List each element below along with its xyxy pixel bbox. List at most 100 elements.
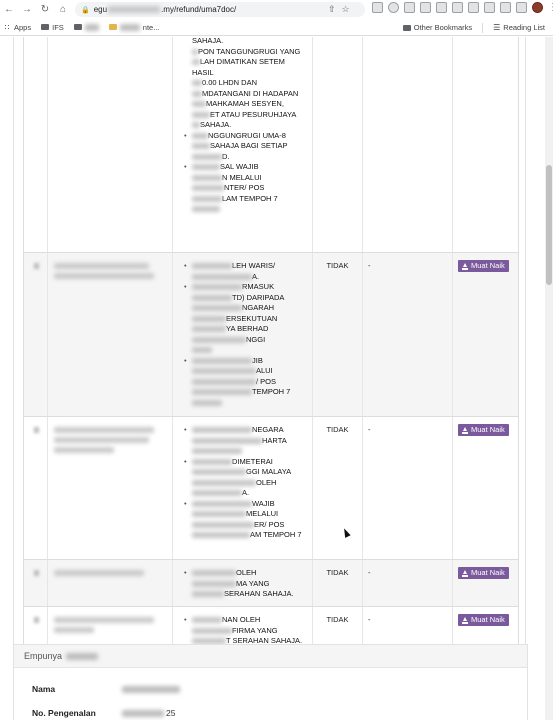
row-number-redacted: [34, 263, 39, 269]
reading-list-icon: ☰: [493, 23, 501, 32]
requirement-line: D.: [192, 152, 306, 163]
lock-icon: 🔒: [81, 6, 90, 14]
upload-button[interactable]: Muat Naik: [458, 614, 509, 626]
bookmark-apps[interactable]: Apps: [4, 23, 31, 32]
home-icon[interactable]: ⌂: [54, 0, 72, 19]
requirement-line: ERSEKUTUAN: [192, 314, 306, 325]
owner-heading-redacted: [66, 652, 99, 660]
row-number-redacted: [34, 617, 39, 623]
requirement-line: MA YANG: [192, 579, 306, 590]
requirement-line: [192, 398, 306, 409]
row-number-redacted: [34, 427, 39, 433]
remark-cell: [363, 37, 453, 252]
owner-name-redacted: [122, 685, 180, 693]
owner-panel-header: Empunya: [14, 645, 527, 668]
bookmark-label-redacted: [84, 23, 99, 31]
upload-button-label: Muat Naik: [471, 261, 505, 270]
requirements-list: NEGARA HARTA DIMETERAI GGI MALAYA OLEH A…: [183, 425, 306, 541]
requirement-item: WAJIB: [184, 499, 306, 510]
bookmark-ifs[interactable]: IFS: [41, 23, 64, 32]
requirement-item: OLEH: [184, 568, 306, 579]
requirement-line: NGGI: [192, 335, 306, 346]
owner-panel-body: Nama No. Pengenalan 25: [14, 668, 527, 720]
bookmark-label-redacted: [119, 23, 140, 31]
media-icon[interactable]: [516, 2, 527, 13]
upload-button[interactable]: Muat Naik: [458, 567, 509, 579]
back-icon[interactable]: ←: [0, 0, 18, 19]
url-host-redacted: [108, 6, 161, 13]
puzzle-extensions-icon[interactable]: [500, 2, 511, 13]
requirement-line: SAHAJA.: [192, 37, 224, 45]
divider: [482, 22, 484, 33]
notification-extension-icon[interactable]: [388, 2, 399, 13]
row-number-cell: [24, 253, 48, 416]
requirements-cell: SAHAJA. PON TANGGUNGRUGI YANG LAH DIMATI…: [173, 37, 313, 252]
bookmarks-bar: Apps IFS nte... Other Bookmarks ☰ Readin…: [0, 19, 553, 36]
upload-button[interactable]: Muat Naik: [458, 260, 509, 272]
upload-button-label: Muat Naik: [471, 425, 505, 434]
table-row: NEGARA HARTA DIMETERAI GGI MALAYA OLEH A…: [24, 417, 518, 560]
extension-icon[interactable]: [452, 2, 463, 13]
table-row: LEH WARIS/ A. RMASUK TD) DARIPADA NGARAH…: [24, 253, 518, 417]
owner-id-row: No. Pengenalan 25: [32, 701, 509, 720]
address-bar[interactable]: 🔒 egu .my/refund/uma7doc/: [75, 2, 365, 17]
folder-icon: [41, 24, 50, 30]
document-name-cell: [48, 560, 173, 606]
profile-avatar[interactable]: [532, 2, 543, 13]
camera-extension-icon[interactable]: [372, 2, 383, 13]
address-bar-actions: ⇧ ☆: [328, 4, 350, 15]
shield-extension-icon[interactable]: [404, 2, 415, 13]
upload-button[interactable]: Muat Naik: [458, 424, 509, 436]
requirement-line: SERAHAN SAHAJA.: [192, 589, 306, 600]
forward-icon[interactable]: →: [18, 0, 36, 19]
owner-panel: Empunya Nama No. Pengenalan 25: [13, 644, 528, 720]
bookmark-redacted[interactable]: [73, 23, 99, 31]
upload-icon: [462, 262, 468, 270]
browser-menu-icon[interactable]: ⋮: [548, 2, 553, 13]
requirement-line: TEMPOH 7: [192, 387, 306, 398]
requirement-line: SAHAJA BAGI SETIAP: [192, 141, 306, 152]
share-icon[interactable]: ⇧: [328, 4, 336, 15]
reading-list[interactable]: ☰ Reading List: [493, 23, 545, 32]
document-name-redacted: [54, 427, 154, 433]
remark-cell: -: [363, 253, 453, 416]
folder-icon: [73, 24, 82, 30]
requirement-line: ALUI: [192, 366, 306, 377]
bookmark-partial[interactable]: nte...: [108, 22, 160, 32]
requirements-list: NAN OLEH FIRMA YANG T SERAHAN SAHAJA.: [183, 615, 306, 647]
extension-icon[interactable]: [436, 2, 447, 13]
requirements-cell: LEH WARIS/ A. RMASUK TD) DARIPADA NGARAH…: [173, 253, 313, 416]
requirements-list: LEH WARIS/ A. RMASUK TD) DARIPADA NGARAH…: [183, 261, 306, 408]
document-name-cell: [48, 417, 173, 559]
requirement-item: NGGUNGRUGI UMA-8: [184, 131, 306, 142]
requirement-item: SAL WAJIB: [184, 162, 306, 173]
table-row: OLEH MA YANG SERAHAN SAHAJA. TIDAK - Mua…: [24, 560, 518, 607]
requirement-line: MELALUI: [192, 509, 306, 520]
requirement-line: ET ATAU PESURUHJAYA: [192, 110, 306, 121]
reload-icon[interactable]: ↻: [36, 0, 54, 19]
other-bookmarks[interactable]: Other Bookmarks: [402, 23, 472, 32]
requirement-line: NGARAH: [192, 303, 306, 314]
bookmark-label: nte...: [142, 22, 160, 32]
extension-icon[interactable]: [420, 2, 431, 13]
extension-icon[interactable]: [484, 2, 495, 13]
owner-id-label: No. Pengenalan: [32, 708, 96, 718]
bookmark-star-icon[interactable]: ☆: [342, 4, 350, 15]
folder-icon: [402, 24, 411, 31]
requirement-line: FIRMA YANG: [192, 626, 306, 637]
owner-id-value: 25: [122, 708, 175, 718]
requirement-item: NEGARA: [184, 425, 306, 436]
action-cell: Muat Naik: [453, 560, 518, 606]
requirement-line: TD) DARIPADA: [192, 293, 306, 304]
row-number-cell: [24, 560, 48, 606]
requirements-cell: OLEH MA YANG SERAHAN SAHAJA.: [173, 560, 313, 606]
requirement-line: GGI MALAYA: [192, 467, 306, 478]
extension-icon[interactable]: [468, 2, 479, 13]
requirement-line: MAHKAMAH SESYEN,: [192, 99, 306, 110]
scrollbar-thumb[interactable]: [546, 165, 552, 285]
bookmarks-right: Other Bookmarks ☰ Reading List: [402, 19, 545, 36]
owner-name-label: Nama: [32, 684, 56, 694]
requirement-item: LEH WARIS/: [184, 261, 306, 272]
page-scrollbar[interactable]: [545, 37, 553, 720]
url-prefix: egu: [93, 5, 108, 14]
